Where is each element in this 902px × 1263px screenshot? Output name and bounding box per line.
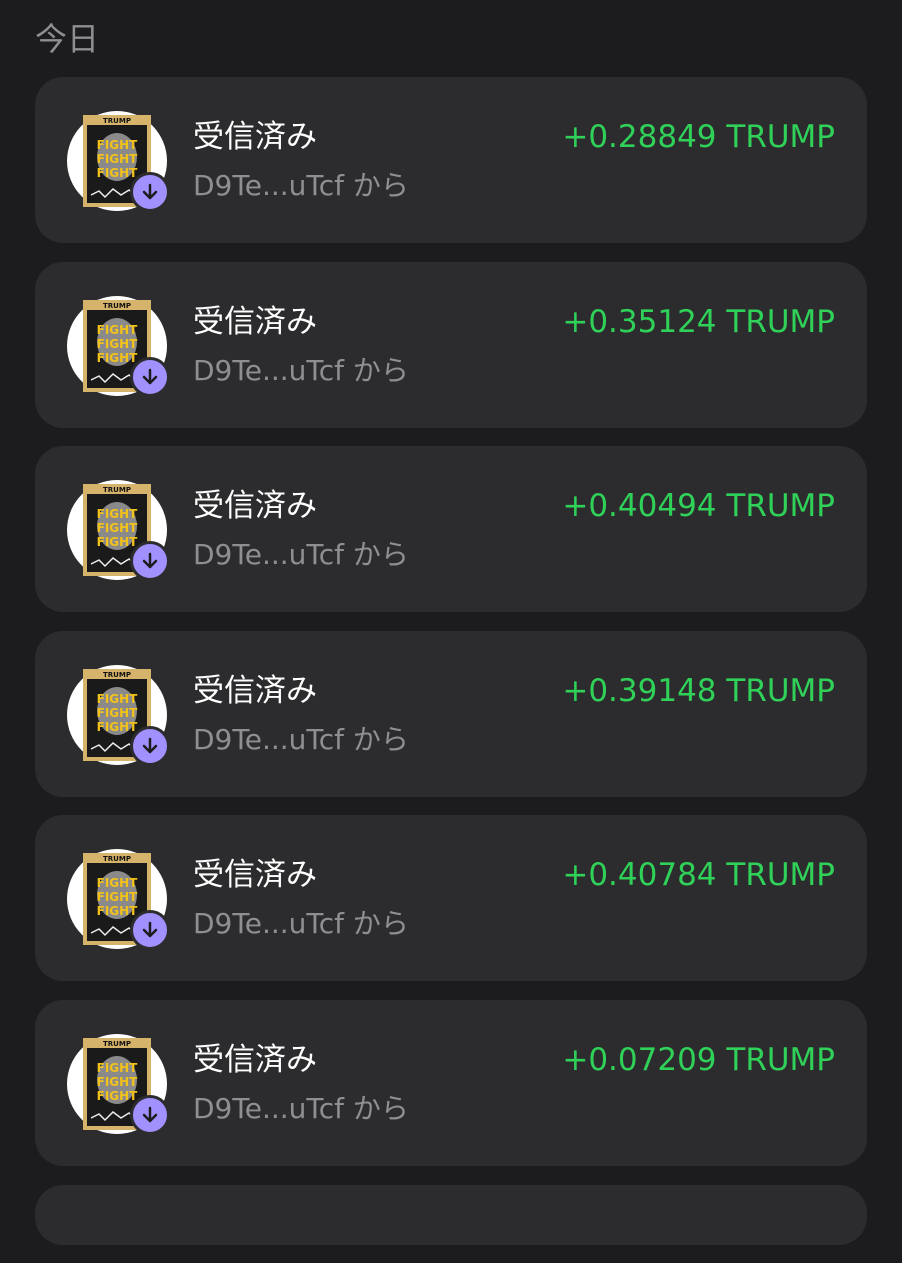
- transaction-amount: +0.39148 TRUMP: [562, 672, 835, 709]
- poster-label-fight-1: FIGHT: [97, 1061, 139, 1075]
- poster-label-fight-3: FIGHT: [97, 720, 139, 734]
- transaction-status-label: 受信済み: [193, 119, 317, 155]
- transaction-row[interactable]: TRUMP FIGHT FIGHT FIGHT 受信済み D9Te...uTcf…: [35, 999, 867, 1166]
- poster-label-trump: TRUMP: [103, 117, 131, 125]
- transaction-status-label: 受信済み: [193, 1041, 317, 1078]
- poster-label-fight-3: FIGHT: [97, 351, 139, 365]
- poster-label-trump: TRUMP: [103, 671, 131, 679]
- receive-arrow-down-icon: [130, 356, 170, 397]
- transaction-list: TRUMP FIGHT FIGHT FIGHT 受信済み D9Te...uTcf…: [35, 77, 867, 1263]
- transaction-sender: D9Te...uTcf から: [193, 353, 409, 387]
- poster-label-trump: TRUMP: [103, 855, 131, 863]
- poster-label-fight-1: FIGHT: [97, 507, 139, 521]
- transaction-amount: +0.40494 TRUMP: [562, 488, 835, 525]
- transaction-status-label: 受信済み: [193, 857, 317, 894]
- poster-label-fight-2: FIGHT: [97, 152, 139, 166]
- transaction-row-partial[interactable]: [35, 1184, 867, 1245]
- receive-arrow-down-icon: [130, 1094, 170, 1135]
- poster-label-fight-1: FIGHT: [97, 323, 139, 337]
- transaction-status-label: 受信済み: [193, 303, 317, 340]
- poster-label-fight-2: FIGHT: [97, 337, 139, 351]
- poster-label-fight-1: FIGHT: [97, 138, 139, 152]
- poster-label-fight-2: FIGHT: [97, 890, 139, 904]
- transaction-sender: D9Te...uTcf から: [193, 722, 409, 756]
- transaction-status-label: 受信済み: [193, 488, 317, 525]
- transaction-row[interactable]: TRUMP FIGHT FIGHT FIGHT 受信済み D9Te...uTcf…: [35, 446, 867, 613]
- transaction-status-label: 受信済み: [193, 672, 317, 709]
- transaction-sender: D9Te...uTcf から: [193, 1091, 409, 1125]
- transaction-sender: D9Te...uTcf から: [193, 538, 409, 572]
- transaction-amount: +0.07209 TRUMP: [562, 1041, 835, 1078]
- poster-label-trump: TRUMP: [103, 302, 131, 310]
- receive-arrow-down-icon: [130, 910, 170, 951]
- receive-arrow-down-icon: [130, 541, 170, 582]
- poster-label-fight-3: FIGHT: [97, 166, 139, 180]
- transaction-row[interactable]: TRUMP FIGHT FIGHT FIGHT 受信済み D9Te...uTcf…: [35, 815, 867, 982]
- transaction-row[interactable]: TRUMP FIGHT FIGHT FIGHT 受信済み D9Te...uTcf…: [35, 77, 867, 243]
- poster-label-fight-1: FIGHT: [97, 876, 139, 890]
- poster-label-fight-1: FIGHT: [97, 692, 139, 706]
- poster-label-fight-2: FIGHT: [97, 521, 139, 535]
- poster-label-fight-2: FIGHT: [97, 1075, 139, 1089]
- receive-arrow-down-icon: [130, 172, 170, 212]
- transaction-row[interactable]: TRUMP FIGHT FIGHT FIGHT 受信済み D9Te...uTcf…: [35, 630, 867, 797]
- transaction-amount: +0.35124 TRUMP: [562, 303, 835, 340]
- poster-label-trump: TRUMP: [103, 1040, 131, 1048]
- poster-label-trump: TRUMP: [103, 486, 131, 494]
- transaction-sender: D9Te...uTcf から: [193, 169, 409, 202]
- transaction-row[interactable]: TRUMP FIGHT FIGHT FIGHT 受信済み D9Te...uTcf…: [35, 261, 867, 428]
- transaction-amount: +0.28849 TRUMP: [562, 119, 835, 155]
- poster-label-fight-3: FIGHT: [97, 904, 139, 918]
- transaction-sender: D9Te...uTcf から: [193, 907, 409, 941]
- poster-label-fight-3: FIGHT: [97, 535, 139, 549]
- receive-arrow-down-icon: [130, 725, 170, 766]
- section-header-today: 今日: [35, 20, 100, 58]
- poster-label-fight-2: FIGHT: [97, 706, 139, 720]
- poster-label-fight-3: FIGHT: [97, 1089, 139, 1103]
- transaction-amount: +0.40784 TRUMP: [562, 857, 835, 894]
